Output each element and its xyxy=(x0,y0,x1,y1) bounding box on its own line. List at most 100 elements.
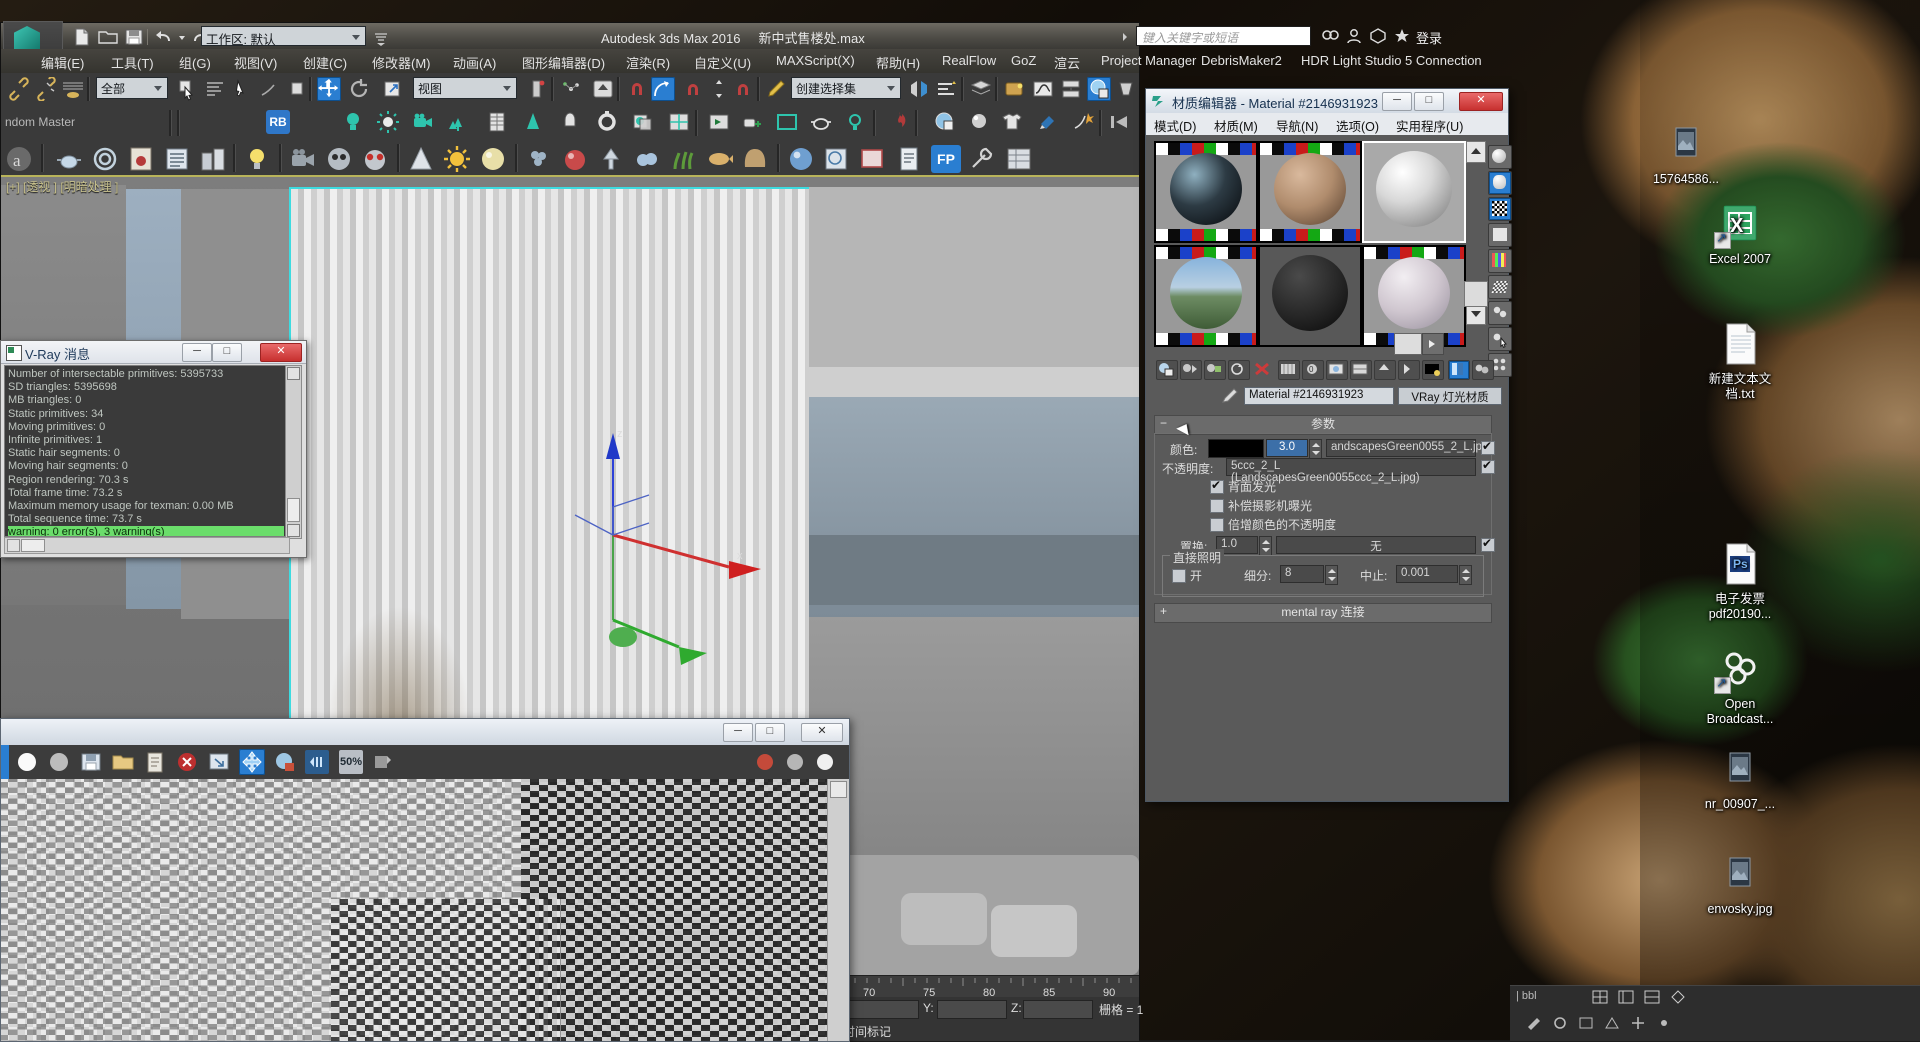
link-icon[interactable] xyxy=(7,77,31,101)
desktop-icon-2[interactable]: 新建文本文 档.txt xyxy=(1675,320,1805,402)
swap-icon[interactable] xyxy=(371,750,395,774)
menu-item-13[interactable]: GoZ xyxy=(1011,53,1036,68)
menu-item-3[interactable]: 视图(V) xyxy=(234,53,277,72)
sphere2-icon[interactable] xyxy=(479,145,507,173)
viewport-cushion-2[interactable] xyxy=(991,905,1077,957)
render-frame-icon[interactable] xyxy=(1115,77,1139,101)
backface-glow-checkbox[interactable] xyxy=(1210,478,1224,494)
opacity-map-checkbox[interactable] xyxy=(1481,458,1495,474)
menu-item-12[interactable]: RealFlow xyxy=(942,53,996,68)
put-to-scene-icon[interactable] xyxy=(1180,360,1202,380)
clipboard-icon[interactable] xyxy=(143,750,167,774)
go-forward-sibling-icon[interactable] xyxy=(1398,360,1420,380)
material-editor-window[interactable]: 材质编辑器 - Material #2146931923 ─ □ ✕ 模式(D)… xyxy=(1145,88,1512,802)
desktop-icon-3[interactable]: Ps 电子发票 pdf20190... xyxy=(1675,540,1805,622)
material-browser-icon[interactable] xyxy=(933,110,957,134)
snap-toggle-3d-icon[interactable] xyxy=(651,77,675,101)
pan-icon[interactable] xyxy=(239,749,265,775)
snap-move-up-icon[interactable] xyxy=(591,77,615,101)
gray-channel-icon[interactable] xyxy=(783,750,807,774)
percent-snap-icon[interactable] xyxy=(707,77,731,101)
layer-manager-icon[interactable] xyxy=(969,77,993,101)
list-icon[interactable] xyxy=(163,145,191,173)
bulb2-icon[interactable] xyxy=(243,145,271,173)
slot-6[interactable] xyxy=(1362,245,1466,347)
multiply-color-opacity-checkbox[interactable] xyxy=(1210,518,1224,532)
slot-flyout-button[interactable] xyxy=(1422,333,1444,355)
grid-view-icon[interactable] xyxy=(667,110,691,134)
copy-layers-icon[interactable] xyxy=(631,110,655,134)
chevron-down-icon[interactable] xyxy=(154,86,162,91)
sample-cylinder-icon[interactable] xyxy=(1488,171,1512,195)
menu-item-10[interactable]: MAXScript(X) xyxy=(776,53,855,68)
mental-ray-rollup-header[interactable]: + mental ray 连接 xyxy=(1154,603,1492,623)
material-menu-item-2[interactable]: 导航(N) xyxy=(1276,116,1318,135)
save-icon[interactable] xyxy=(123,27,145,47)
checker-background-icon[interactable] xyxy=(1488,197,1512,221)
mirror-icon[interactable] xyxy=(907,77,931,101)
desktop-icon-0[interactable]: 15764586... xyxy=(1621,120,1751,187)
camera2-icon[interactable] xyxy=(289,145,317,173)
delete-material-icon[interactable] xyxy=(1252,360,1272,378)
panel-grid-icon-1[interactable] xyxy=(1590,988,1610,1006)
sample-type-icon[interactable] xyxy=(1422,360,1444,380)
z-coord-field[interactable] xyxy=(1023,1000,1093,1019)
login-button[interactable]: 登录 xyxy=(1416,28,1442,47)
get-material-icon[interactable] xyxy=(1156,360,1178,380)
material-type-button[interactable]: VRay 灯光材质 xyxy=(1398,387,1502,405)
crossing-selection-icon[interactable] xyxy=(257,77,281,101)
clipboard-icon[interactable] xyxy=(895,145,923,173)
teapot2-icon[interactable] xyxy=(55,145,83,173)
menu-item-14[interactable]: 渲云 xyxy=(1054,53,1080,72)
render-preview-icon[interactable] xyxy=(707,110,731,134)
globe-icon[interactable] xyxy=(823,145,851,173)
background-icon[interactable] xyxy=(1472,360,1494,380)
material-editor-icon[interactable] xyxy=(1087,77,1111,101)
use-pivot-center-icon[interactable] xyxy=(525,77,549,101)
table-icon[interactable] xyxy=(1005,145,1033,173)
white-ball-icon[interactable] xyxy=(15,750,39,774)
undo-dropdown-icon[interactable] xyxy=(177,27,187,47)
grass-icon[interactable] xyxy=(669,145,697,173)
cloud-icon[interactable] xyxy=(633,145,661,173)
subdivs-field[interactable]: 8 xyxy=(1280,565,1324,583)
render-frame-window[interactable]: ─ □ ✕ 50% xyxy=(0,718,850,1042)
backlight-icon[interactable] xyxy=(1448,360,1470,380)
reference-coordinate-combo[interactable]: 视图 xyxy=(413,77,517,99)
panel-tool-icon-5[interactable] xyxy=(1628,1014,1648,1032)
ball-icon[interactable] xyxy=(561,145,589,173)
resize-icon[interactable] xyxy=(207,750,231,774)
particle-icon[interactable] xyxy=(1071,110,1095,134)
render-image-scrollbar[interactable] xyxy=(827,779,849,1041)
chevron-down-icon[interactable] xyxy=(503,86,511,91)
edit-named-selection-icon[interactable] xyxy=(765,77,789,101)
poster-icon[interactable] xyxy=(127,145,155,173)
desktop-icon-5[interactable]: nr_00907_... xyxy=(1675,745,1805,812)
go-to-parent-icon[interactable] xyxy=(1374,360,1396,380)
cutoff-field[interactable]: 0.001 xyxy=(1396,565,1458,583)
show-in-viewport-icon[interactable] xyxy=(1326,360,1348,380)
color-map-button[interactable]: andscapesGreen0055_2_L.jpg) xyxy=(1326,439,1492,457)
bind-space-warp-icon[interactable] xyxy=(61,77,85,101)
robot-icon[interactable] xyxy=(325,145,353,173)
fire-icon[interactable] xyxy=(887,110,911,134)
menu-item-8[interactable]: 渲染(R) xyxy=(626,53,670,72)
pick-material-icon[interactable] xyxy=(1220,387,1240,405)
spiral-icon[interactable] xyxy=(91,145,119,173)
menu-item-4[interactable]: 创建(C) xyxy=(303,53,347,72)
unlink-icon[interactable] xyxy=(34,76,58,102)
curve-editor-icon[interactable] xyxy=(1031,77,1055,101)
channel-icon[interactable] xyxy=(305,750,329,774)
rendered-image[interactable] xyxy=(1,779,827,1041)
x-coord-field[interactable] xyxy=(849,1000,919,1019)
slot-scroll-up-button[interactable] xyxy=(1466,141,1486,163)
selection-filter-combo[interactable]: 全部 xyxy=(96,77,168,99)
menu-item-16[interactable]: DebrisMaker2 xyxy=(1201,53,1282,68)
cloth-icon[interactable] xyxy=(1001,110,1025,134)
menu-item-1[interactable]: 工具(T) xyxy=(111,53,154,72)
viewport-cushion-1[interactable] xyxy=(901,893,987,945)
rb-icon[interactable]: RB xyxy=(266,110,290,134)
material-id-icon[interactable]: 0 xyxy=(1302,360,1324,380)
displace-map-checkbox[interactable] xyxy=(1481,536,1495,552)
bulb-icon[interactable] xyxy=(843,110,867,134)
